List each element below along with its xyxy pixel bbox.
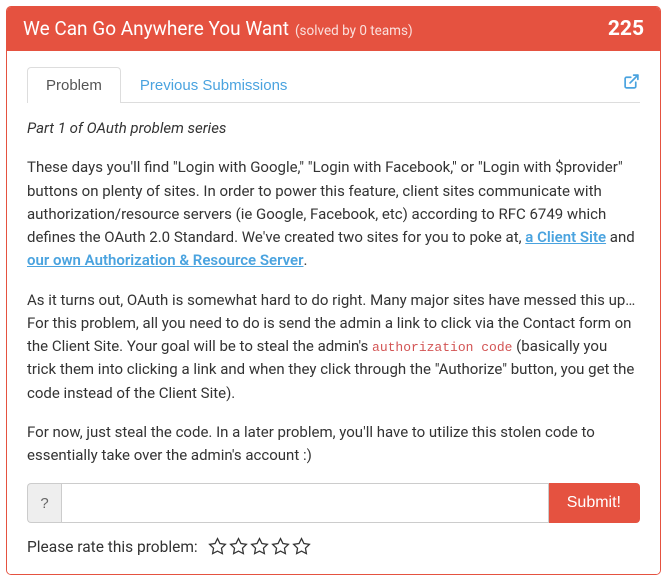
paragraph-3: For now, just steal the code. In a later…	[27, 421, 640, 468]
tab-bar: Problem Previous Submissions	[27, 67, 640, 103]
problem-subtitle: Part 1 of OAuth problem series	[27, 119, 226, 137]
panel-header: We Can Go Anywhere You Want (solved by 0…	[7, 7, 660, 51]
challenge-title: We Can Go Anywhere You Want	[23, 17, 289, 40]
paragraph-2: As it turns out, OAuth is somewhat hard …	[27, 289, 640, 405]
solved-count: (solved by 0 teams)	[295, 23, 413, 39]
hint-button[interactable]: ?	[27, 483, 61, 523]
client-site-link[interactable]: a Client Site	[525, 228, 606, 246]
code-snippet: authorization code	[372, 340, 512, 355]
star-icon[interactable]	[250, 537, 269, 556]
tab-problem[interactable]: Problem	[27, 67, 121, 103]
star-icon[interactable]	[229, 537, 248, 556]
problem-content: Part 1 of OAuth problem series These day…	[27, 117, 640, 467]
auth-server-link[interactable]: our own Authorization & Resource Server	[27, 251, 304, 269]
rating-label: Please rate this problem:	[27, 538, 198, 556]
star-icon[interactable]	[292, 537, 311, 556]
star-icon[interactable]	[271, 537, 290, 556]
points-value: 225	[608, 17, 644, 41]
answer-input[interactable]	[61, 483, 549, 523]
challenge-panel: We Can Go Anywhere You Want (solved by 0…	[6, 6, 661, 575]
tab-previous-submissions[interactable]: Previous Submissions	[121, 67, 307, 103]
star-icon[interactable]	[208, 537, 227, 556]
answer-form: ? Submit!	[27, 483, 640, 523]
rating-row: Please rate this problem:	[27, 537, 640, 556]
panel-body: Problem Previous Submissions Part 1 of O…	[7, 51, 660, 574]
paragraph-1: These days you'll find "Login with Googl…	[27, 156, 640, 272]
external-link-icon[interactable]	[623, 73, 640, 96]
submit-button[interactable]: Submit!	[549, 483, 640, 523]
rating-stars	[208, 537, 311, 556]
